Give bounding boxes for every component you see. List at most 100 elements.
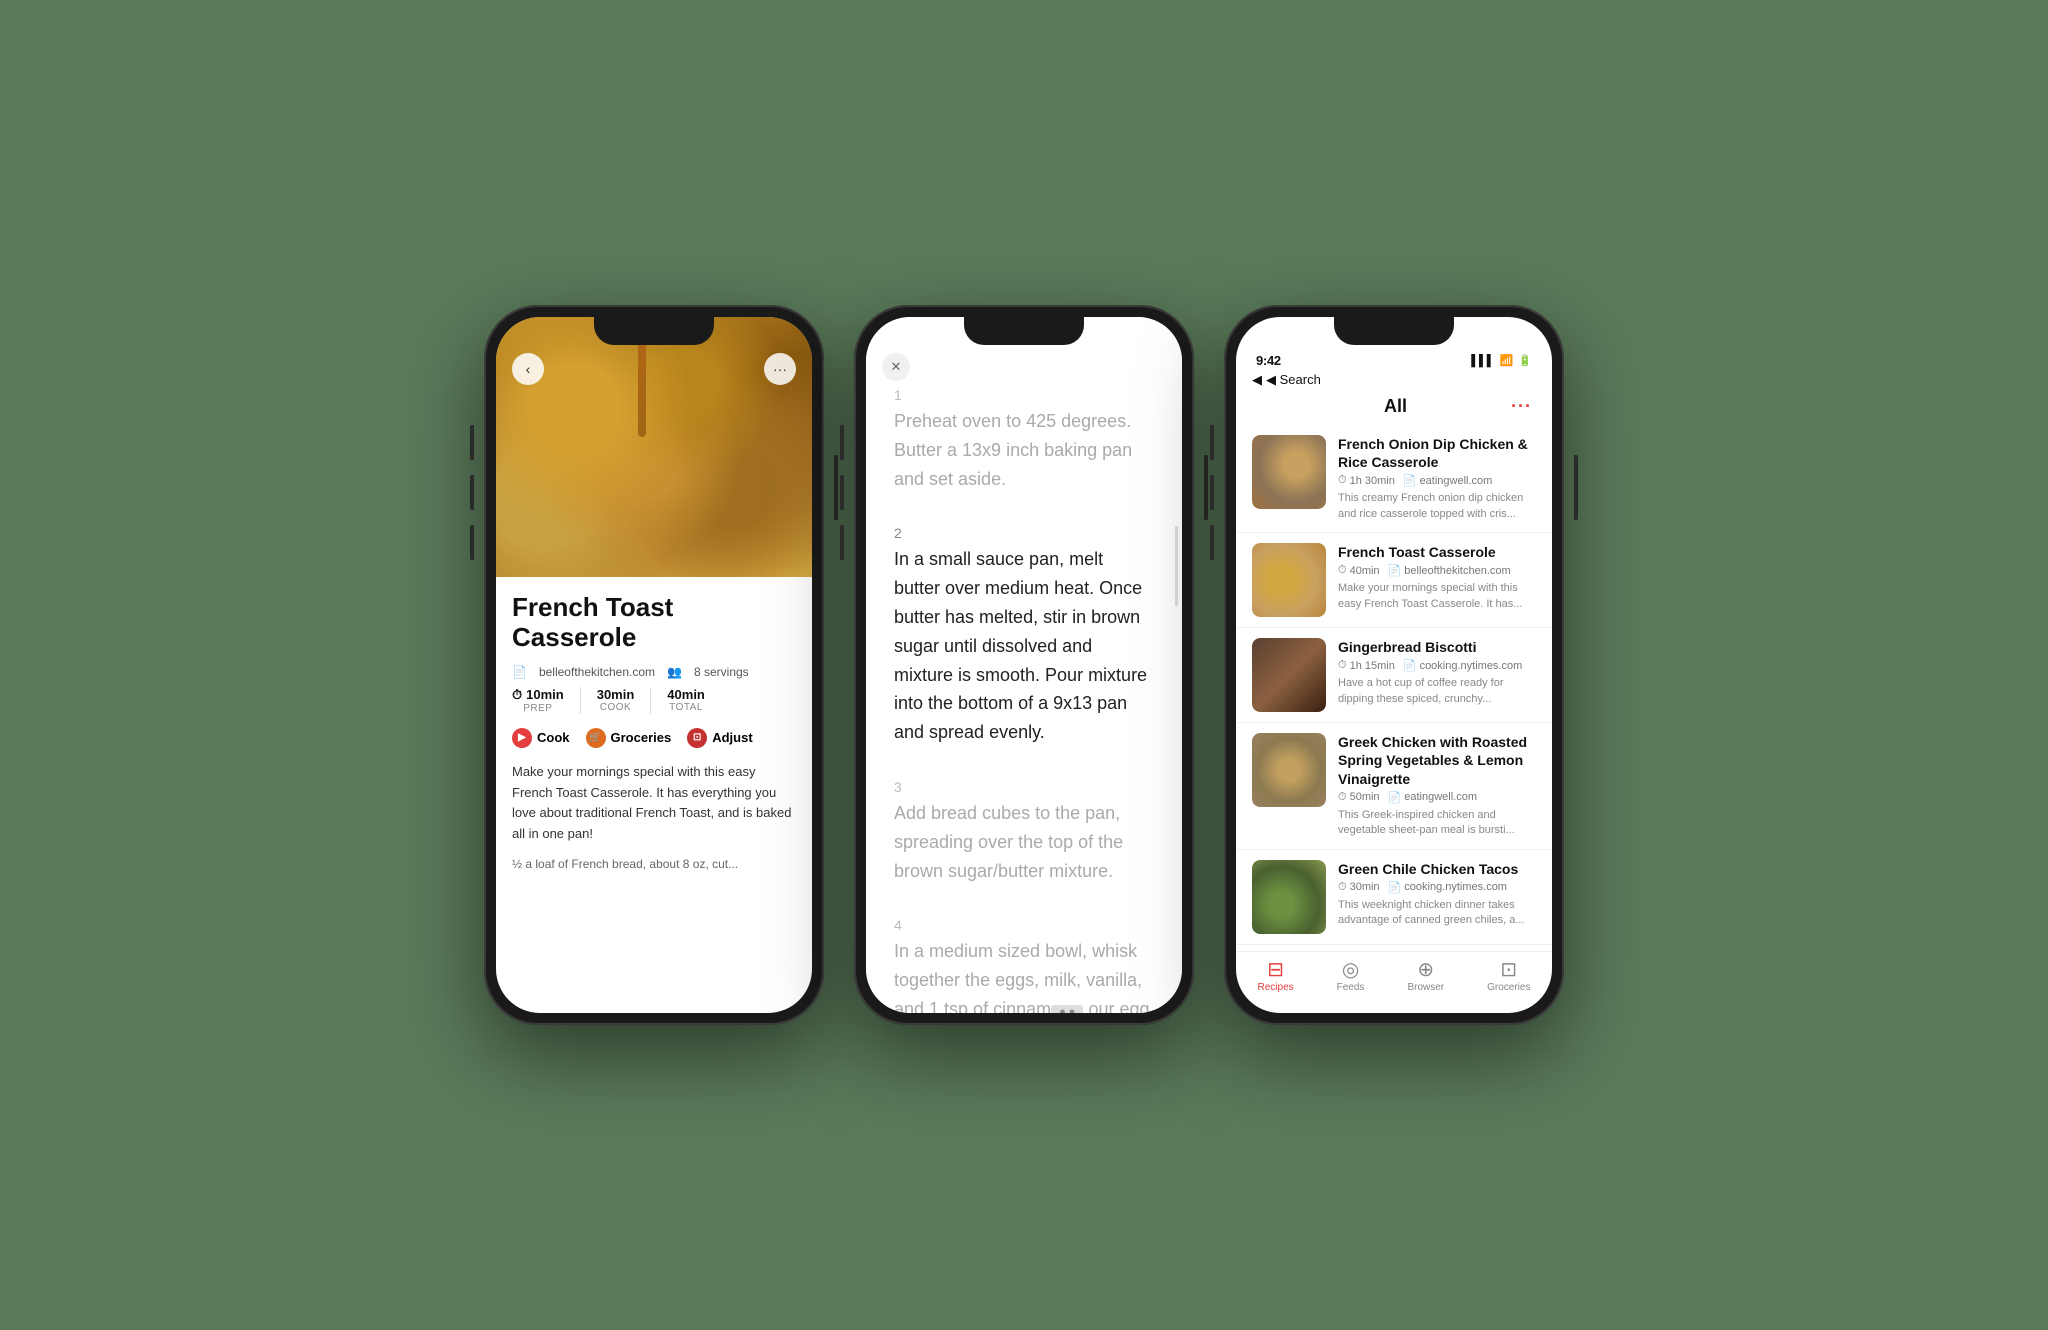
nav-browser[interactable]: ⊕ Browser — [1407, 960, 1444, 993]
recipe-thumbnail — [1252, 860, 1326, 934]
source-icon: 📄 — [512, 665, 527, 679]
phone-3: 9:42 ▌▌▌ 📶 🔋 ◀ ◀ Search All ··· — [1224, 305, 1564, 1025]
recipe-snippet: This weeknight chicken dinner takes adva… — [1338, 898, 1536, 929]
source-info: 📄 eatingwell.com — [1388, 791, 1477, 804]
recipe-thumbnail — [1252, 638, 1326, 712]
cook-icon: ▶ — [512, 728, 532, 748]
recipe-snippet: This creamy French onion dip chicken and… — [1338, 491, 1536, 522]
clock-icon: ⏱ — [1338, 564, 1347, 577]
source-icon: 📄 — [1403, 659, 1417, 672]
recipe-body: French Toast Casserole 📄 belleofthekitch… — [496, 577, 812, 1013]
step-number-4: 4 — [894, 917, 1154, 933]
step-number-2: 2 — [894, 525, 1154, 541]
back-button[interactable]: ‹ — [512, 353, 544, 385]
servings-icon: 👥 — [667, 665, 682, 679]
groceries-icon: 🛒 — [586, 728, 606, 748]
recipe-name: French Onion Dip Chicken & Rice Casserol… — [1338, 435, 1536, 471]
recipe-list: French Onion Dip Chicken & Rice Casserol… — [1236, 425, 1552, 951]
back-chevron-icon: ◀ — [1252, 372, 1262, 388]
source-info: 📄 eatingwell.com — [1403, 474, 1492, 487]
step-4: 4 In a medium sized bowl, whisk together… — [894, 917, 1154, 1013]
nav-feeds[interactable]: ◎ Feeds — [1337, 960, 1365, 993]
step-1: 1 Preheat oven to 425 degrees. Butter a … — [894, 387, 1154, 493]
status-icons: ▌▌▌ 📶 🔋 — [1471, 354, 1532, 367]
recipe-info: Gingerbread Biscotti ⏱ 1h 15min 📄 cookin… — [1338, 638, 1536, 712]
recipe-name: Greek Chicken with Roasted Spring Vegeta… — [1338, 733, 1536, 788]
cook-button[interactable]: ▶ Cook — [512, 728, 570, 748]
groceries-button[interactable]: 🛒 Groceries — [586, 728, 672, 748]
clock-icon: ⏱ — [1338, 791, 1347, 804]
list-title: All — [1280, 396, 1511, 417]
close-button[interactable]: ✕ — [882, 353, 910, 381]
recipe-name: Green Chile Chicken Tacos — [1338, 860, 1536, 878]
source-icon: 📄 — [1403, 474, 1417, 487]
total-time: 40min TOTAL — [667, 687, 721, 714]
step-text-3: Add bread cubes to the pan, spreading ov… — [894, 799, 1154, 885]
clock-icon: ⏱ — [512, 687, 522, 703]
recipe-list-item[interactable]: Greek Chicken with Roasted Spring Vegeta… — [1236, 723, 1552, 849]
time-info: ⏱ 30min — [1338, 881, 1380, 894]
clock-icon: ⏱ — [1338, 474, 1347, 487]
time-info: ⏱ 50min — [1338, 791, 1380, 804]
food-photo — [496, 317, 812, 577]
feeds-icon: ◎ — [1342, 960, 1359, 980]
source-info: 📄 belleofthekitchen.com — [1388, 564, 1511, 577]
notch — [594, 317, 714, 345]
step-number-3: 3 — [894, 779, 1154, 795]
phone-1: ‹ ··· French Toast Casserole 📄 belleofth… — [484, 305, 824, 1025]
recipe-snippet: Have a hot cup of coffee ready for dippi… — [1338, 676, 1536, 707]
recipe-name: Gingerbread Biscotti — [1338, 638, 1536, 656]
step-2: 2 In a small sauce pan, melt butter over… — [894, 525, 1154, 747]
clock-icon: ⏱ — [1338, 881, 1347, 894]
notch — [964, 317, 1084, 345]
prep-time: ⏱ 10min PREP — [512, 687, 581, 714]
status-time: 9:42 — [1256, 353, 1281, 368]
step-text-2: In a small sauce pan, melt butter over m… — [894, 545, 1154, 747]
nav-groceries[interactable]: ⊡ Groceries — [1487, 960, 1530, 993]
source-icon: 📄 — [1388, 881, 1402, 894]
recipe-thumbnail — [1252, 543, 1326, 617]
time-info: ⏱ 40min — [1338, 564, 1380, 577]
action-buttons: ▶ Cook 🛒 Groceries ⊡ Adjust — [512, 728, 796, 748]
source-icon: 📄 — [1388, 564, 1402, 577]
phone-2: ✕ 1 Preheat oven to 425 degrees. Butter … — [854, 305, 1194, 1025]
notch — [1334, 317, 1454, 345]
more-options-button[interactable]: ··· — [764, 353, 796, 385]
source-info: 📄 cooking.nytimes.com — [1388, 881, 1507, 894]
recipe-list-item[interactable]: French Toast Casserole ⏱ 40min 📄 belleof… — [1236, 533, 1552, 628]
recipe-meta: 📄 belleofthekitchen.com 👥 8 servings — [512, 665, 796, 679]
recipe-snippet: This Greek-inspired chicken and vegetabl… — [1338, 808, 1536, 839]
list-header: All ··· — [1236, 392, 1552, 425]
recipe-list-screen: 9:42 ▌▌▌ 📶 🔋 ◀ ◀ Search All ··· — [1236, 317, 1552, 1013]
step-3: 3 Add bread cubes to the pan, spreading … — [894, 779, 1154, 885]
recipe-info: French Toast Casserole ⏱ 40min 📄 belleof… — [1338, 543, 1536, 617]
nav-recipes[interactable]: ⊟ Recipes — [1258, 960, 1294, 993]
source-info: 📄 cooking.nytimes.com — [1403, 659, 1522, 672]
instructions-list[interactable]: 1 Preheat oven to 425 degrees. Butter a … — [866, 317, 1182, 1013]
recipe-snippet: Make your mornings special with this eas… — [1338, 581, 1536, 612]
battery-icon: 🔋 — [1518, 354, 1532, 367]
step-text-1: Preheat oven to 425 degrees. Butter a 13… — [894, 407, 1154, 493]
source-icon: 📄 — [1388, 791, 1402, 804]
cook-time: 30min COOK — [597, 687, 652, 714]
recipe-list-item[interactable]: Green Chile Chicken Tacos ⏱ 30min 📄 cook… — [1236, 850, 1552, 945]
bottom-navigation: ⊟ Recipes ◎ Feeds ⊕ Browser ⊡ Groceries — [1236, 951, 1552, 1013]
recipe-list-item[interactable]: French Onion Dip Chicken & Rice Casserol… — [1236, 425, 1552, 533]
recipe-hero-image — [496, 317, 812, 577]
back-search[interactable]: ◀ ◀ Search — [1236, 372, 1552, 392]
more-button[interactable]: ··· — [1511, 396, 1532, 417]
step-number-1: 1 — [894, 387, 1154, 403]
ingredient-preview: ½ a loaf of French bread, about 8 oz, cu… — [512, 857, 796, 871]
recipe-times: ⏱ 10min PREP 30min COOK 40min TOTAL — [512, 687, 796, 714]
clock-icon: ⏱ — [1338, 659, 1347, 672]
recipe-list-item[interactable]: Gingerbread Biscotti ⏱ 1h 15min 📄 cookin… — [1236, 628, 1552, 723]
recipe-name: French Toast Casserole — [1338, 543, 1536, 561]
adjust-button[interactable]: ⊡ Adjust — [687, 728, 752, 748]
recipe-thumbnail — [1252, 435, 1326, 509]
recipe-source: ⏱ 30min 📄 cooking.nytimes.com — [1338, 881, 1536, 894]
recipe-source: ⏱ 40min 📄 belleofthekitchen.com — [1338, 564, 1536, 577]
recipe-source: ⏱ 1h 15min 📄 cooking.nytimes.com — [1338, 659, 1536, 672]
servings: 8 servings — [694, 665, 749, 679]
recipe-info: Greek Chicken with Roasted Spring Vegeta… — [1338, 733, 1536, 838]
recipe-detail-screen: ‹ ··· French Toast Casserole 📄 belleofth… — [496, 317, 812, 1013]
